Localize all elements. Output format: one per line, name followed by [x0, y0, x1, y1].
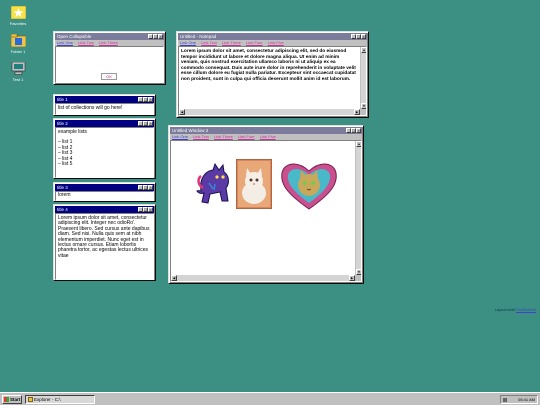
- close-button[interactable]: ×: [158, 34, 163, 39]
- windows-logo-icon: [4, 397, 9, 402]
- window-body: list of collections will go here!: [58, 105, 123, 111]
- window-title: Untitled Window 2: [172, 128, 209, 133]
- notepad-text-area[interactable]: Lorem ipsum dolor sit amet, consectetur …: [178, 46, 367, 116]
- title-bar[interactable]: title 2 _ □ ×: [55, 120, 154, 127]
- desktop-icon-folder-1[interactable]: Folder 1: [3, 33, 33, 54]
- close-button[interactable]: ×: [356, 128, 361, 133]
- notepad-window: Untitled - Notepad _ □ × Link One Link T…: [176, 31, 369, 118]
- desktop-icon-favorites[interactable]: Favorites: [3, 5, 33, 26]
- window-title: title 3: [57, 185, 68, 190]
- horizontal-scrollbar[interactable]: ◀ ▶: [171, 275, 355, 281]
- resize-corner[interactable]: [355, 275, 361, 281]
- vertical-scrollbar[interactable]: ▲ ▼: [360, 47, 366, 109]
- credit-link[interactable]: PoolEmbedd: [516, 308, 536, 312]
- desktop-icon-label: Test 1: [12, 77, 24, 82]
- window-title: Open Collapsible: [57, 34, 92, 39]
- window-content: example lists – list 1 – list 2 – list 3…: [55, 127, 154, 178]
- desktop-icon-test-1[interactable]: Test 1: [3, 61, 33, 82]
- start-label: Start: [10, 397, 21, 402]
- start-button[interactable]: Start: [2, 395, 22, 404]
- title-bar[interactable]: title 3 _ □ ×: [55, 184, 154, 191]
- window-content: lorem: [55, 191, 154, 201]
- scroll-up-button[interactable]: ▲: [356, 141, 361, 147]
- title-bar[interactable]: title 1 _ □ ×: [55, 96, 154, 103]
- window-title: title 1: [57, 97, 68, 102]
- title-bar[interactable]: Untitled - Notepad _ □ ×: [178, 33, 367, 40]
- title-2-window: title 2 _ □ × example lists – list 1 – l…: [53, 118, 156, 179]
- title-bar[interactable]: Untitled Window 2 _ □ ×: [170, 127, 362, 134]
- horizontal-scrollbar[interactable]: ◀ ▶: [179, 109, 360, 115]
- close-button[interactable]: ×: [148, 97, 153, 102]
- desktop-icon-label: Favorites: [9, 21, 27, 26]
- notepad-body: Lorem ipsum dolor sit amet, consectetur …: [181, 49, 356, 82]
- resize-corner[interactable]: [360, 109, 366, 115]
- window-body: lorem: [58, 192, 71, 198]
- window-body: Lorem ipsum dolor sit amet, consectetur …: [58, 215, 150, 259]
- layout-credit: Layout credit PoolEmbedd: [495, 308, 536, 312]
- window-content: OK: [55, 46, 164, 83]
- close-button[interactable]: ×: [148, 185, 153, 190]
- list-heading: example lists: [58, 129, 87, 135]
- kitten-photo-image: [236, 159, 272, 209]
- cat-sticker-image: [196, 162, 229, 204]
- menu-link-five[interactable]: Link Five: [260, 134, 276, 139]
- folder-icon: [10, 33, 26, 48]
- menu-link-three[interactable]: Link Three: [99, 40, 118, 45]
- menu-link-three[interactable]: Link Three: [222, 40, 241, 45]
- title-4-window: title 4 _ □ × Lorem ipsum dolor sit amet…: [53, 204, 156, 281]
- taskbar-item-label: Explorer - C:\: [34, 397, 61, 402]
- taskbar-item-explorer[interactable]: Explorer - C:\: [25, 395, 95, 404]
- scroll-up-button[interactable]: ▲: [361, 47, 366, 53]
- title-3-window: title 3 _ □ × lorem: [53, 182, 156, 202]
- menu-link-one[interactable]: Link One: [180, 40, 196, 45]
- computer-icon: [11, 61, 25, 75]
- desktop-icon-label: Folder 1: [10, 49, 26, 54]
- menu-link-four[interactable]: Link Four: [246, 40, 263, 45]
- taskbar: Start Explorer - C:\ 05:41 AM: [0, 392, 540, 405]
- speaker-icon[interactable]: [503, 398, 507, 402]
- window-content: ▲ ▼ ◀ ▶: [170, 140, 362, 282]
- window-content: list of collections will go here!: [55, 103, 154, 115]
- menu-link-two[interactable]: Link Two: [193, 134, 209, 139]
- vertical-scrollbar[interactable]: ▲ ▼: [355, 141, 361, 275]
- window-content: Lorem ipsum dolor sit amet, consectetur …: [55, 213, 154, 280]
- list-container: example lists – list 1 – list 2 – list 3…: [56, 128, 153, 169]
- menu-link-two[interactable]: Link Two: [201, 40, 217, 45]
- image-window: Untitled Window 2 _ □ × Link One Link Tw…: [168, 125, 364, 284]
- star-icon: [10, 5, 26, 20]
- scroll-left-button[interactable]: ◀: [171, 275, 177, 281]
- close-button[interactable]: ×: [148, 207, 153, 212]
- close-button[interactable]: ×: [148, 121, 153, 126]
- title-1-window: title 1 _ □ × list of collections will g…: [53, 94, 156, 116]
- folder-icon: [28, 397, 33, 402]
- menu-link-one[interactable]: Link One: [57, 40, 73, 45]
- window-title: Untitled - Notepad: [180, 34, 217, 39]
- heart-cat-image: [281, 163, 337, 210]
- menu-link-two[interactable]: Link Two: [78, 40, 94, 45]
- ok-button[interactable]: OK: [101, 73, 117, 80]
- close-button[interactable]: ×: [361, 34, 366, 39]
- window-title: title 2: [57, 121, 68, 126]
- title-bar[interactable]: Open Collapsible _ □ ×: [55, 33, 164, 40]
- list-item: – list 5: [58, 161, 73, 168]
- window-title: title 4: [57, 207, 68, 212]
- collapsible-window: Open Collapsible _ □ × Link One Link Two…: [53, 31, 166, 85]
- menu-link-five[interactable]: Link Five: [268, 40, 284, 45]
- credit-prefix: Layout credit: [494, 308, 515, 312]
- menu-link-four[interactable]: Link Four: [238, 134, 255, 139]
- menu-link-one[interactable]: Link One: [172, 134, 188, 139]
- title-bar[interactable]: title 4 _ □ ×: [55, 206, 154, 213]
- menu-link-three[interactable]: Link Three: [214, 134, 233, 139]
- scroll-left-button[interactable]: ◀: [179, 109, 185, 115]
- clock: 05:41 AM: [518, 397, 535, 402]
- system-tray: 05:41 AM: [500, 395, 538, 404]
